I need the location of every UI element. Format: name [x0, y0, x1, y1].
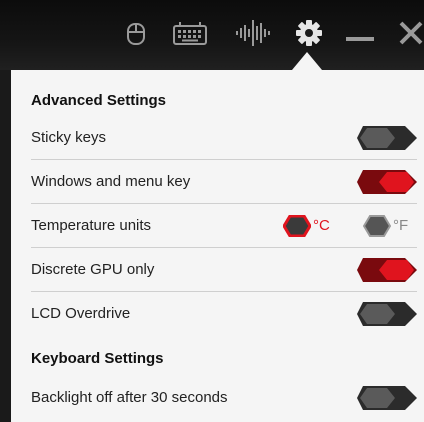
windows-menu-key-row: Windows and menu key [31, 160, 417, 204]
lcd-overdrive-label: LCD Overdrive [31, 305, 131, 322]
minimize-icon[interactable] [346, 34, 374, 44]
keyboard-settings-heading: Keyboard Settings [31, 350, 164, 367]
sticky-keys-toggle[interactable] [357, 126, 417, 150]
backlight-off-row: Backlight off after 30 seconds [31, 376, 417, 420]
gear-icon[interactable] [295, 19, 323, 47]
backlight-off-label: Backlight off after 30 seconds [31, 389, 228, 406]
temperature-units-row: Temperature units °C °F [31, 204, 417, 248]
close-icon[interactable] [398, 20, 424, 46]
fahrenheit-option[interactable]: °F [363, 215, 417, 237]
backlight-off-toggle[interactable] [357, 386, 417, 410]
advanced-settings-heading: Advanced Settings [31, 92, 167, 109]
sticky-keys-row: Sticky keys [31, 116, 417, 160]
top-toolbar [0, 0, 424, 70]
mouse-icon[interactable] [125, 22, 147, 46]
lcd-overdrive-toggle[interactable] [357, 302, 417, 326]
windows-menu-key-label: Windows and menu key [31, 173, 191, 190]
celsius-option[interactable]: °C [283, 215, 339, 237]
audio-equalizer-icon[interactable] [234, 18, 272, 48]
windows-menu-key-toggle[interactable] [357, 170, 417, 194]
discrete-gpu-toggle[interactable] [357, 258, 417, 282]
sticky-keys-label: Sticky keys [31, 129, 107, 146]
discrete-gpu-label: Discrete GPU only [31, 261, 155, 278]
panel-pointer [292, 52, 322, 70]
temperature-units-label: Temperature units [31, 217, 152, 234]
settings-panel: Advanced Settings Sticky keys Windows an… [11, 70, 424, 422]
fahrenheit-label: °F [393, 217, 409, 234]
lcd-overdrive-row: LCD Overdrive [31, 292, 417, 336]
celsius-label: °C [313, 217, 330, 234]
keyboard-icon[interactable] [172, 22, 208, 46]
discrete-gpu-row: Discrete GPU only [31, 248, 417, 292]
